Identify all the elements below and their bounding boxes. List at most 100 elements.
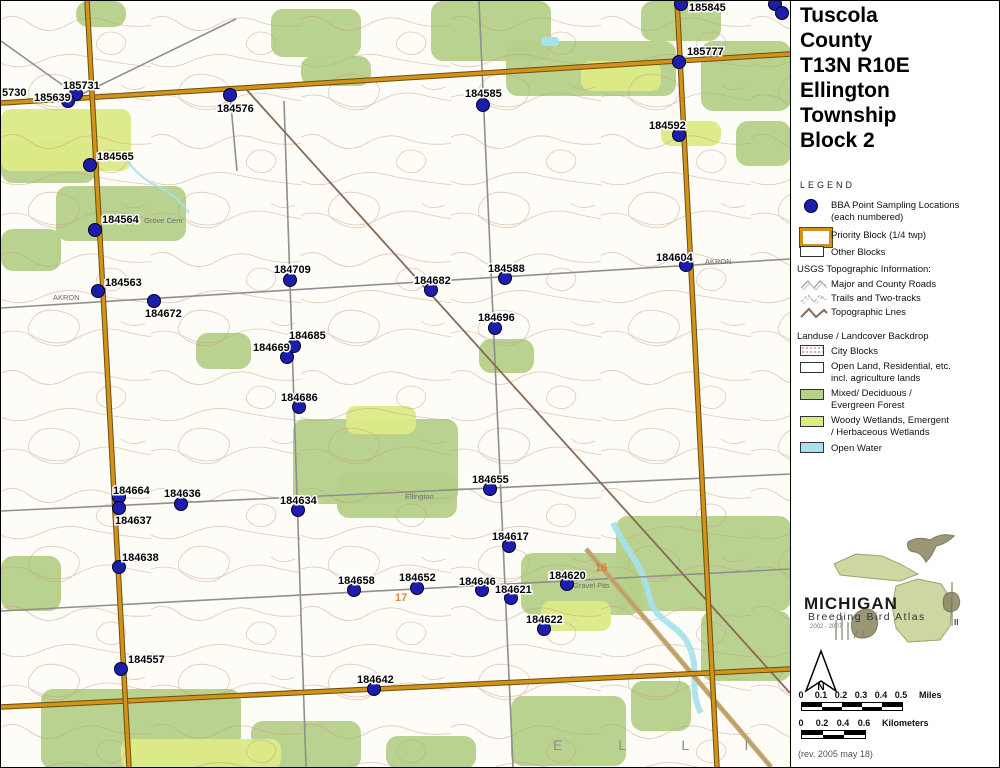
- bba-point-label: 184617: [492, 531, 529, 543]
- road-label: AKRON: [705, 257, 732, 266]
- title-line: County: [800, 28, 910, 53]
- bba-point-label: 184576: [217, 103, 254, 115]
- legend-label: Evergreen Forest: [831, 400, 912, 412]
- bba-point-label: 184682: [414, 275, 451, 287]
- miles-scale-bar: [801, 702, 903, 711]
- legend-label: / Herbaceous Wetlands: [831, 427, 949, 439]
- bba-point-label: 184672: [145, 308, 182, 320]
- bba-point-label: 184585: [465, 88, 502, 100]
- bba-point-label: 184646: [459, 576, 496, 588]
- scale-tick: 0: [798, 690, 803, 700]
- topo-zigzag-icon: [800, 306, 828, 319]
- legend-label: BBA Point Sampling Locations: [831, 200, 959, 212]
- legend-heading: LEGEND: [800, 180, 855, 190]
- legend-label: Major and County Roads: [831, 279, 936, 291]
- km-scale-labels: 00.20.40.6Kilometers: [801, 718, 991, 728]
- michigan-bba-logo: MICHIGAN Breeding Bird Atlas 2002 - 2007…: [796, 534, 996, 646]
- road-label: Ellington: [405, 492, 434, 501]
- scale-tick: 0.2: [816, 718, 829, 728]
- bba-point-dot: [148, 295, 161, 308]
- bba-point-label: 184652: [399, 572, 436, 584]
- legend-label: Open Water: [831, 443, 882, 455]
- bba-point-label: 184636: [164, 488, 201, 500]
- roads-zigzag-icon: [800, 278, 828, 291]
- wetlands-swatch: [800, 416, 824, 427]
- trails-zigzag-icon: [800, 292, 828, 305]
- miles-scale-labels: 00.10.20.30.40.5Miles: [801, 690, 991, 700]
- bba-point-label: 184685: [289, 330, 326, 342]
- bba-point-label: 184655: [472, 474, 509, 486]
- bba-point-label: 184642: [357, 674, 394, 686]
- page: AKRONAKRONEllingtonGravel PitsGrove Cem1…: [0, 0, 1000, 768]
- open-water-swatch: [800, 442, 824, 453]
- bba-point-dot: [84, 159, 97, 172]
- legend-label: Mixed/ Deciduous /: [831, 388, 912, 400]
- bba-point-label: 184588: [488, 263, 525, 275]
- scale-unit: Miles: [919, 690, 942, 700]
- bba-point-dot: [113, 502, 126, 515]
- scale-tick: 0.4: [875, 690, 888, 700]
- bba-point-label: 184696: [478, 312, 515, 324]
- landuse-heading: Landuse / Landcover Backdrop: [797, 331, 929, 342]
- map-title: Tuscola County T13N R10E Ellington Towns…: [800, 3, 910, 153]
- legend-label: Topographic Lnes: [831, 307, 906, 319]
- city-blocks-swatch: [800, 345, 824, 356]
- bba-point-label: 184621: [495, 584, 532, 596]
- scale-tick: 0.6: [858, 718, 871, 728]
- bba-point-label: 184664: [113, 485, 151, 497]
- bba-point-label: 184686: [281, 392, 318, 404]
- bba-point-label: 184557: [128, 654, 165, 666]
- scale-tick: 0.1: [815, 690, 828, 700]
- logo-years: 2002 - 2007: [810, 624, 842, 630]
- bba-point-dot: [673, 56, 686, 69]
- logo-numeral: II: [954, 618, 958, 627]
- bba-point-label: 184564: [102, 214, 140, 226]
- township-name-letters: E L L I N G: [553, 737, 790, 753]
- bba-point-label: 184658: [338, 575, 375, 587]
- legend-label: (each numbered): [831, 212, 959, 224]
- bba-point-label: 184638: [122, 552, 159, 564]
- section-number: 16: [595, 562, 607, 574]
- other-blocks-swatch: [800, 246, 824, 257]
- bba-point-dot: [115, 663, 128, 676]
- bba-point-label: 184620: [549, 570, 586, 582]
- title-line: Tuscola: [800, 3, 910, 28]
- forest-swatch: [800, 389, 824, 400]
- km-scale-bar: [801, 730, 866, 739]
- priority-block-swatch: [800, 228, 832, 247]
- title-line: Township: [800, 103, 910, 128]
- topo-map: AKRONAKRONEllingtonGravel PitsGrove Cem1…: [1, 1, 790, 767]
- revision-note: (rev. 2005 may 18): [798, 749, 873, 759]
- legend-label: Priority Block (1/4 twp): [831, 230, 926, 242]
- road-label: AKRON: [53, 293, 80, 302]
- bba-point-dot: [224, 89, 237, 102]
- bba-point-label: 184669: [253, 342, 290, 354]
- scale-tick: 0.5: [895, 690, 908, 700]
- title-line: Ellington: [800, 78, 910, 103]
- bba-point-label: 185731: [63, 80, 100, 92]
- road-label: Grove Cem: [144, 216, 182, 225]
- bba-point-label: 184565: [97, 151, 134, 163]
- logo-subtitle: Breeding Bird Atlas: [808, 611, 926, 623]
- map-canvas: AKRONAKRONEllingtonGravel PitsGrove Cem1…: [1, 1, 790, 767]
- bba-point-label: 184592: [649, 120, 686, 132]
- bba-point-dot: [776, 7, 789, 20]
- legend-label: incl. agriculture lands: [831, 373, 951, 385]
- scale-unit: Kilometers: [882, 718, 929, 728]
- bba-point-dot: [89, 224, 102, 237]
- title-line: T13N R10E: [800, 53, 910, 78]
- bba-point-dot: [477, 99, 490, 112]
- bba-point-label: 184604: [656, 252, 694, 264]
- bba-point-label: 185845: [689, 2, 726, 14]
- legend-label: Trails and Two-tracks: [831, 293, 921, 305]
- bba-point-label: 184709: [274, 264, 311, 276]
- bba-point-label: 185639: [34, 92, 71, 104]
- legend-label: Woody Wetlands, Emergent: [831, 415, 949, 427]
- bba-point-dot: [92, 285, 105, 298]
- bba-point-icon: [804, 199, 818, 213]
- bba-point-label: 5730: [2, 87, 26, 99]
- scale-tick: 0.4: [837, 718, 850, 728]
- bba-point-label: 184622: [526, 614, 563, 626]
- bba-point-label: 184634: [280, 495, 318, 507]
- open-land-swatch: [800, 362, 824, 373]
